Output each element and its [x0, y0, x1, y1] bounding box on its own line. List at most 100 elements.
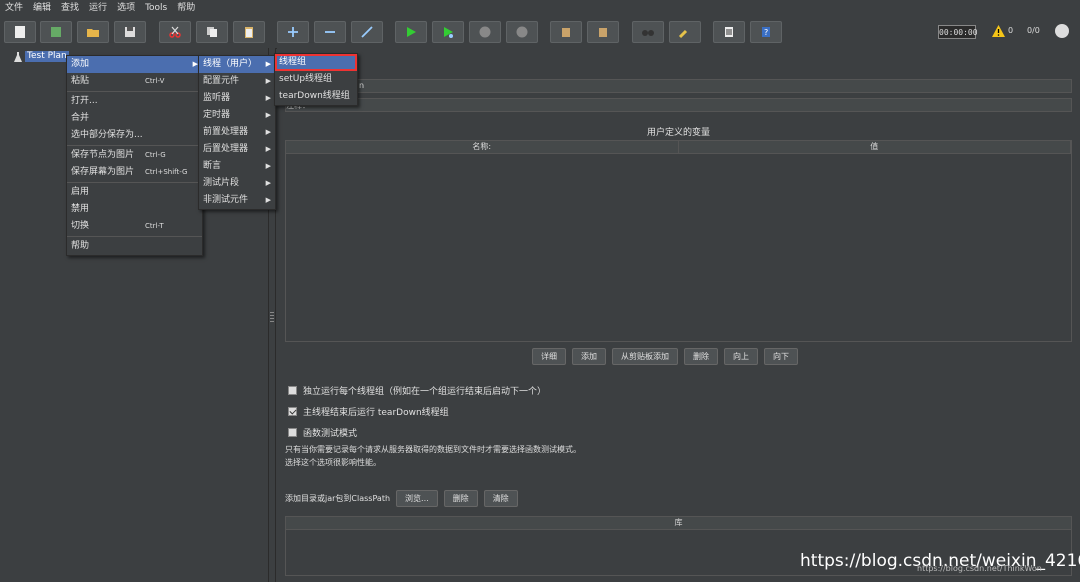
browse-button[interactable]: 浏览...	[396, 490, 438, 507]
teardown-row[interactable]: 主线程结束后运行 tearDown线程组	[288, 405, 449, 418]
templates-button[interactable]	[40, 21, 72, 43]
up-button[interactable]: 向上	[724, 348, 758, 365]
add-button[interactable]: 添加	[572, 348, 606, 365]
submenu-item-assertion[interactable]: 断言 ▶	[199, 158, 275, 175]
col-name-header[interactable]: 名称:	[286, 141, 679, 153]
menu-item-paste[interactable]: 粘贴 Ctrl-V	[67, 73, 202, 90]
submenu-item-postprocessor[interactable]: 后置处理器 ▶	[199, 141, 275, 158]
search-button[interactable]	[632, 21, 664, 43]
menu-file[interactable]: 文件	[0, 0, 28, 16]
folder-icon	[87, 29, 99, 37]
down-button[interactable]: 向下	[764, 348, 798, 365]
tree-node-label: Test Plan	[25, 51, 69, 62]
threads-submenu: 线程组 setUp线程组 tearDown线程组	[274, 53, 358, 106]
splitter-grip[interactable]	[270, 312, 274, 324]
cut-button[interactable]	[159, 21, 191, 43]
menu-item-disable[interactable]: 禁用	[67, 201, 202, 218]
menu-bar: 文件 编辑 查找 运行 选项 Tools 帮助	[0, 0, 1080, 16]
menu-shortcut: Ctrl+Shift-G	[145, 168, 188, 176]
help-button[interactable]: ?	[750, 21, 782, 43]
submenu-arrow-icon: ▶	[265, 60, 271, 68]
test-plan-panel: n 注释： 用户定义的变量 名称: 值 详细 添加 从剪贴板添加 删除 向上 向…	[277, 48, 1080, 582]
function-helper-button[interactable]	[713, 21, 745, 43]
tree-node-test-plan[interactable]: Test Plan	[14, 51, 69, 62]
submenu-item-timer[interactable]: 定时器 ▶	[199, 107, 275, 124]
paste-button[interactable]	[233, 21, 265, 43]
menu-edit[interactable]: 编辑	[28, 0, 56, 16]
submenu-item-threads[interactable]: 线程（用户） ▶	[199, 56, 275, 73]
comment-field[interactable]: 注释：	[285, 98, 1072, 112]
submenu-item-preprocessor[interactable]: 前置处理器 ▶	[199, 124, 275, 141]
new-button[interactable]	[4, 21, 36, 43]
submenu-arrow-icon: ▶	[265, 128, 271, 136]
clear-button[interactable]	[550, 21, 582, 43]
col-value-header[interactable]: 值	[679, 141, 1071, 153]
classpath-delete-button[interactable]: 删除	[443, 490, 478, 507]
functional-mode-checkbox[interactable]	[288, 428, 297, 437]
menu-item-help[interactable]: 帮助	[67, 238, 202, 255]
serialize-threadgroups-row[interactable]: 独立运行每个线程组（例如在一个组运行结束后启动下一个）	[288, 384, 546, 397]
menu-item-save-screen-image[interactable]: 保存屏幕为图片 Ctrl+Shift-G	[67, 164, 202, 181]
menu-item-save-node-image[interactable]: 保存节点为图片 Ctrl-G	[67, 147, 202, 164]
shutdown-button[interactable]	[506, 21, 538, 43]
submenu-arrow-icon: ▶	[265, 179, 271, 187]
reset-search-button[interactable]	[669, 21, 701, 43]
submenu-item-teardown-thread-group[interactable]: tearDown线程组	[275, 88, 357, 105]
menu-item-add[interactable]: 添加 ▶	[67, 56, 202, 73]
menu-item-merge[interactable]: 合并	[67, 110, 202, 127]
menu-options[interactable]: 选项	[112, 0, 140, 16]
submenu-item-config[interactable]: 配置元件 ▶	[199, 73, 275, 90]
stop-button[interactable]	[469, 21, 501, 43]
open-button[interactable]	[77, 21, 109, 43]
menu-item-label: 测试片段	[203, 178, 240, 188]
serialize-checkbox[interactable]	[288, 386, 297, 395]
delete-button[interactable]: 删除	[684, 348, 718, 365]
detail-button[interactable]: 详细	[532, 348, 566, 365]
menu-separator	[67, 145, 202, 146]
functional-note-1: 只有当你需要记录每个请求从服务器取得的数据到文件时才需要选择函数测试模式。	[285, 445, 581, 454]
menu-item-save-selection[interactable]: 选中部分保存为...	[67, 127, 202, 144]
user-vars-table[interactable]: 名称: 值	[285, 140, 1072, 342]
menu-separator	[67, 236, 202, 237]
submenu-item-listener[interactable]: 监听器 ▶	[199, 90, 275, 107]
menu-help[interactable]: 帮助	[172, 0, 200, 16]
warning-count: 0	[1008, 26, 1014, 35]
watermark-secondary: https://blog.csdn.net/ThinkWon	[917, 564, 1042, 573]
teardown-checkbox[interactable]	[288, 407, 297, 416]
copy-button[interactable]	[196, 21, 228, 43]
menu-shortcut: Ctrl-V	[145, 77, 165, 85]
menu-item-label: 选中部分保存为...	[71, 130, 143, 140]
submenu-item-fragment[interactable]: 测试片段 ▶	[199, 175, 275, 192]
menu-run[interactable]: 运行	[84, 0, 112, 16]
classpath-clear-button[interactable]: 清除	[483, 490, 518, 507]
collapse-button[interactable]	[314, 21, 346, 43]
menu-item-toggle[interactable]: 切换 Ctrl-T	[67, 218, 202, 235]
save-button[interactable]	[114, 21, 146, 43]
add-from-clipboard-button[interactable]: 从剪贴板添加	[612, 348, 678, 365]
svg-text:?: ?	[764, 28, 768, 37]
start-button[interactable]	[395, 21, 427, 43]
menu-item-label: 断言	[203, 161, 222, 171]
functional-mode-row[interactable]: 函数测试模式	[288, 426, 357, 439]
toggle-button[interactable]	[351, 21, 383, 43]
submenu-item-setup-thread-group[interactable]: setUp线程组	[275, 71, 357, 88]
flask-icon	[14, 51, 22, 62]
play-no-pause-icon	[444, 27, 453, 38]
name-field[interactable]: n	[285, 79, 1072, 93]
expand-button[interactable]	[277, 21, 309, 43]
remote-globe-icon[interactable]	[1055, 24, 1069, 38]
menu-item-enable[interactable]: 启用	[67, 184, 202, 201]
submenu-arrow-icon: ▶	[265, 162, 271, 170]
clear-all-button[interactable]	[587, 21, 619, 43]
library-header[interactable]: 库	[286, 517, 1071, 530]
menu-search[interactable]: 查找	[56, 0, 84, 16]
thread-count: 0/0	[1027, 26, 1040, 35]
start-no-pause-button[interactable]	[432, 21, 464, 43]
menu-tools[interactable]: Tools	[140, 0, 172, 16]
menu-item-open[interactable]: 打开...	[67, 93, 202, 110]
menu-item-label: tearDown线程组	[279, 91, 350, 101]
functional-note-2: 选择这个选项很影响性能。	[285, 458, 381, 467]
submenu-item-non-test[interactable]: 非测试元件 ▶	[199, 192, 275, 209]
submenu-item-thread-group[interactable]: 线程组	[275, 54, 357, 71]
name-field-value: n	[359, 81, 365, 90]
